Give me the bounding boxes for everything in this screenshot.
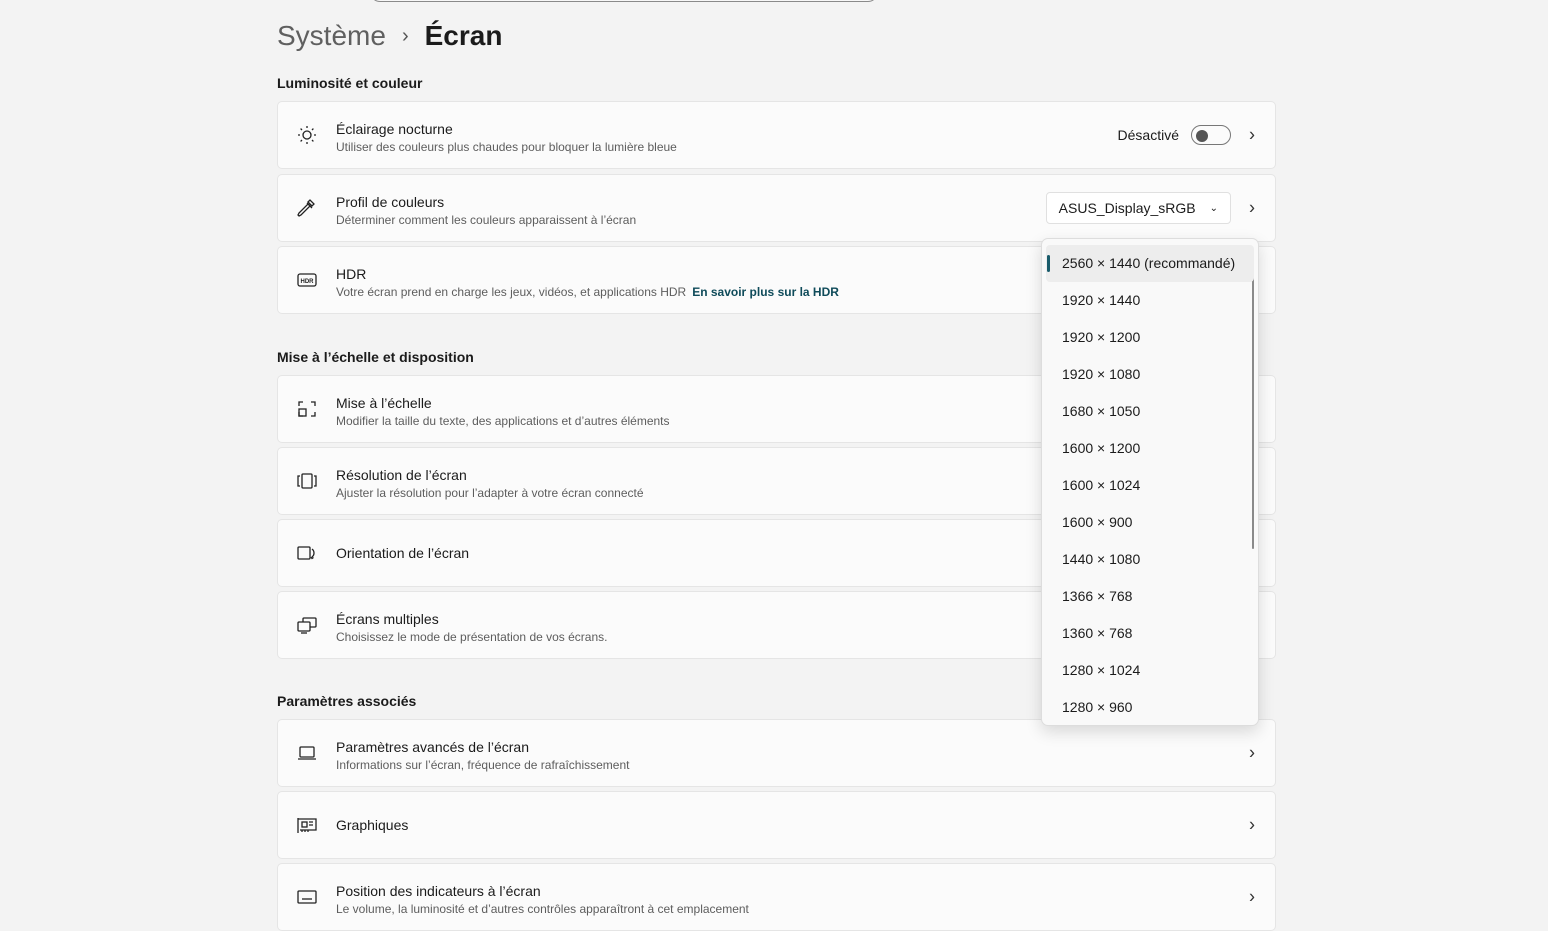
card-subtitle: Déterminer comment les couleurs apparais… <box>336 213 637 227</box>
search-box[interactable] <box>370 0 878 2</box>
resolution-option[interactable]: 1366 × 768 <box>1046 578 1254 615</box>
hdr-icon: HDR <box>297 273 317 287</box>
resolution-option[interactable]: 1680 × 1050 <box>1046 393 1254 430</box>
graphics-card[interactable]: Graphiques › <box>277 791 1276 859</box>
section-heading: Luminosité et couleur <box>277 75 423 91</box>
section-heading: Paramètres associés <box>277 693 417 709</box>
chevron-right-icon[interactable]: › <box>1249 125 1255 146</box>
chevron-right-icon[interactable]: › <box>1249 887 1255 908</box>
resolution-option[interactable]: 1920 × 1080 <box>1046 356 1254 393</box>
graphics-card-icon <box>297 818 317 833</box>
card-title: HDR <box>336 266 367 282</box>
color-profile-card[interactable]: Profil de couleurs Déterminer comment le… <box>277 174 1276 242</box>
breadcrumb: Système › Écran <box>277 20 502 52</box>
chevron-right-icon[interactable]: › <box>1249 743 1255 764</box>
multi-display-icon <box>297 617 317 634</box>
card-subtitle: Ajuster la résolution pour l’adapter à v… <box>336 486 644 500</box>
night-light-card[interactable]: Éclairage nocturne Utiliser des couleurs… <box>277 101 1276 169</box>
card-title: Profil de couleurs <box>336 194 445 210</box>
resolution-dropdown[interactable]: 2560 × 1440 (recommandé) 1920 × 1440 1920 … <box>1041 238 1259 726</box>
resolution-option[interactable]: 1360 × 768 <box>1046 615 1254 652</box>
card-title: Graphiques <box>336 817 409 833</box>
resolution-option[interactable]: 1600 × 1200 <box>1046 430 1254 467</box>
selected-value: ASUS_Display_sRGB <box>1058 200 1196 216</box>
resolution-icon <box>297 473 317 489</box>
resolution-option[interactable]: 1280 × 1024 <box>1046 652 1254 689</box>
resolution-option[interactable]: 1600 × 900 <box>1046 504 1254 541</box>
resolution-option[interactable]: 1440 × 1080 <box>1046 541 1254 578</box>
eyedropper-icon <box>297 199 315 217</box>
card-subtitle: Utiliser des couleurs plus chaudes pour … <box>336 140 677 154</box>
chevron-right-icon[interactable]: › <box>1249 815 1255 836</box>
card-subtitle: Modifier la taille du texte, des applica… <box>336 414 670 428</box>
card-title: Résolution de l’écran <box>336 467 467 483</box>
section-heading: Mise à l’échelle et disposition <box>277 349 474 365</box>
indicator-icon <box>297 890 317 904</box>
card-title: Paramètres avancés de l’écran <box>336 739 529 755</box>
hdr-learn-more-link[interactable]: En savoir plus sur la HDR <box>692 285 839 299</box>
indicator-position-card[interactable]: Position des indicateurs à l’écran Le vo… <box>277 863 1276 931</box>
breadcrumb-parent[interactable]: Système <box>277 20 386 52</box>
night-light-toggle[interactable] <box>1191 125 1231 145</box>
card-title: Éclairage nocturne <box>336 121 453 137</box>
subtitle-text: Votre écran prend en charge les jeux, vi… <box>336 285 687 299</box>
orientation-icon <box>297 546 315 560</box>
card-subtitle: Choisissez le mode de présentation de vo… <box>336 630 608 644</box>
card-subtitle: Votre écran prend en charge les jeux, vi… <box>336 285 839 299</box>
resolution-option[interactable]: 1600 × 1024 <box>1046 467 1254 504</box>
resolution-option[interactable]: 1280 × 960 <box>1046 689 1254 726</box>
chevron-down-icon: ⌄ <box>1209 202 1218 214</box>
card-title: Position des indicateurs à l’écran <box>336 883 541 899</box>
color-profile-select[interactable]: ASUS_Display_sRGB ⌄ <box>1045 192 1231 224</box>
resolution-option[interactable]: 1920 × 1440 <box>1046 282 1254 319</box>
chevron-right-icon[interactable]: › <box>1249 198 1255 219</box>
page-title: Écran <box>424 20 503 51</box>
card-title: Orientation de l’écran <box>336 545 470 561</box>
toggle-status: Désactivé <box>1117 127 1179 143</box>
laptop-icon <box>298 746 316 760</box>
advanced-display-card[interactable]: Paramètres avancés de l’écran Informatio… <box>277 719 1276 787</box>
brightness-icon <box>298 126 316 144</box>
card-subtitle: Informations sur l’écran, fréquence de r… <box>336 758 630 772</box>
svg-text:HDR: HDR <box>301 279 315 285</box>
card-title: Écrans multiples <box>336 611 439 627</box>
resolution-option[interactable]: 2560 × 1440 (recommandé) <box>1046 245 1254 282</box>
card-title: Mise à l’échelle <box>336 395 432 411</box>
chevron-right-icon: › <box>401 24 409 47</box>
resolution-option[interactable]: 1920 × 1200 <box>1046 319 1254 356</box>
scale-icon <box>298 401 316 417</box>
